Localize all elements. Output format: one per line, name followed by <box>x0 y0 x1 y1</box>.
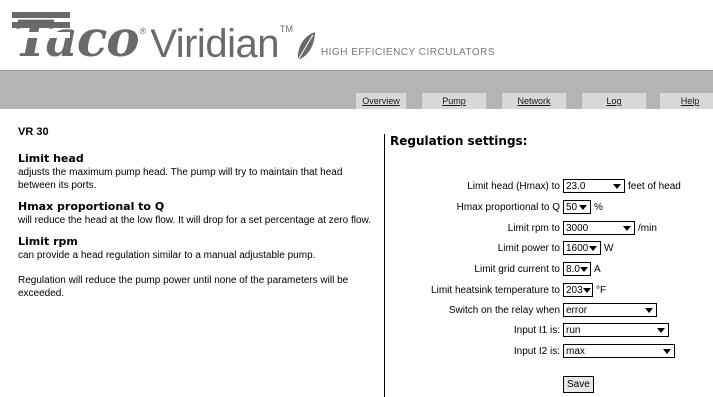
hmax-proportional-value: 50 <box>566 201 578 213</box>
leaf-icon <box>297 32 315 61</box>
label-limit-head: Limit head (Hmax) to <box>467 180 560 192</box>
save-button[interactable]: Save <box>563 376 594 393</box>
row-hmax-proportional: Hmax proportional to Q 50 % <box>390 199 603 215</box>
relay-select[interactable]: error <box>563 303 657 317</box>
limit-power-select[interactable]: 1600 <box>563 241 601 255</box>
description-panel: VR 30 Limit head adjusts the maximum pum… <box>18 120 378 300</box>
row-input-i2: Input I2 is: max <box>390 343 675 359</box>
row-limit-rpm: Limit rpm to 3000 /min <box>390 220 657 236</box>
unit-limit-grid-current: A <box>594 263 601 275</box>
chevron-down-icon <box>623 225 631 231</box>
logo-tagline: HIGH EFFICIENCY CIRCULATORS <box>320 47 496 58</box>
row-relay: Switch on the relay when error <box>390 302 657 318</box>
nav-bar: Overview Pump Network Log Help <box>0 70 713 109</box>
chevron-down-icon <box>589 245 597 251</box>
header: Taco ® Viridian TM HIGH EFFICIENCY CIRCU… <box>0 0 713 70</box>
section-body-limit-rpm: can provide a head regulation similar to… <box>18 250 316 261</box>
panel-divider <box>384 134 385 397</box>
label-limit-heatsink: Limit heatsink temperature to <box>431 284 560 296</box>
limit-heatsink-select[interactable]: 203 <box>563 283 593 297</box>
label-limit-rpm: Limit rpm to <box>507 222 560 234</box>
limit-rpm-value: 3000 <box>566 222 589 234</box>
limit-rpm-select[interactable]: 3000 <box>563 221 635 235</box>
row-input-i1: Input I1 is: run <box>390 322 669 338</box>
label-input-i2: Input I2 is: <box>513 345 560 357</box>
nav-tabs: Overview Pump Network Log Help <box>356 93 713 109</box>
tab-overview[interactable]: Overview <box>356 93 406 109</box>
logo-viridian-text: Viridian <box>150 22 279 66</box>
label-hmax-proportional: Hmax proportional to Q <box>456 201 560 213</box>
section-title-limit-head: Limit head <box>18 152 84 165</box>
input-i2-value: max <box>566 345 585 357</box>
section-title-limit-rpm: Limit rpm <box>18 235 78 248</box>
regulation-note: Regulation will reduce the pump power un… <box>18 275 349 299</box>
taco-viridian-logo: Taco ® Viridian TM HIGH EFFICIENCY CIRCU… <box>12 6 496 68</box>
logo-taco-text: Taco <box>12 9 140 68</box>
chevron-down-icon <box>613 183 621 189</box>
label-input-i1: Input I1 is: <box>513 324 560 336</box>
chevron-down-icon <box>663 348 671 354</box>
label-limit-grid-current: Limit grid current to <box>474 263 560 275</box>
unit-hmax-proportional: % <box>594 201 603 213</box>
unit-limit-rpm: /min <box>638 222 657 234</box>
logo-trademark: TM <box>279 24 293 34</box>
tab-pump[interactable]: Pump <box>422 93 486 109</box>
section-title-hmax: Hmax proportional to Q <box>18 200 165 213</box>
chevron-down-icon <box>657 327 665 333</box>
tab-help[interactable]: Help <box>660 93 713 109</box>
limit-head-select[interactable]: 23.0 <box>563 179 625 193</box>
logo-registered-mark: ® <box>139 26 147 36</box>
chevron-down-icon <box>579 266 588 272</box>
relay-value: error <box>566 304 588 316</box>
input-i1-select[interactable]: run <box>563 323 669 337</box>
limit-grid-current-value: 8.0 <box>566 263 580 275</box>
row-limit-heatsink: Limit heatsink temperature to 203 °F <box>390 282 606 298</box>
section-body-hmax: will reduce the head at the low flow. It… <box>18 215 371 226</box>
tab-network[interactable]: Network <box>502 93 566 109</box>
row-limit-grid-current: Limit grid current to 8.0 A <box>390 261 601 277</box>
limit-head-value: 23.0 <box>566 180 586 192</box>
unit-limit-head: feet of head <box>628 180 681 192</box>
input-i1-value: run <box>566 324 581 336</box>
chevron-down-icon <box>582 287 591 293</box>
tab-log[interactable]: Log <box>582 93 646 109</box>
label-relay: Switch on the relay when <box>448 304 560 316</box>
row-limit-power: Limit power to 1600 W <box>390 240 613 256</box>
input-i2-select[interactable]: max <box>563 344 675 358</box>
unit-limit-heatsink: °F <box>596 284 607 296</box>
pump-model: VR 30 <box>18 126 49 138</box>
limit-power-value: 1600 <box>566 242 589 254</box>
row-limit-head: Limit head (Hmax) to 23.0 feet of head <box>390 178 681 194</box>
regulation-title: Regulation settings: <box>390 134 528 148</box>
limit-heatsink-value: 203 <box>566 284 583 296</box>
limit-grid-current-select[interactable]: 8.0 <box>563 262 591 276</box>
chevron-down-icon <box>579 204 587 210</box>
chevron-down-icon <box>645 307 653 313</box>
section-body-limit-head: adjusts the maximum pump head. The pump … <box>18 167 343 191</box>
hmax-proportional-select[interactable]: 50 <box>563 200 591 214</box>
unit-limit-power: W <box>604 242 614 254</box>
label-limit-power: Limit power to <box>497 242 560 254</box>
